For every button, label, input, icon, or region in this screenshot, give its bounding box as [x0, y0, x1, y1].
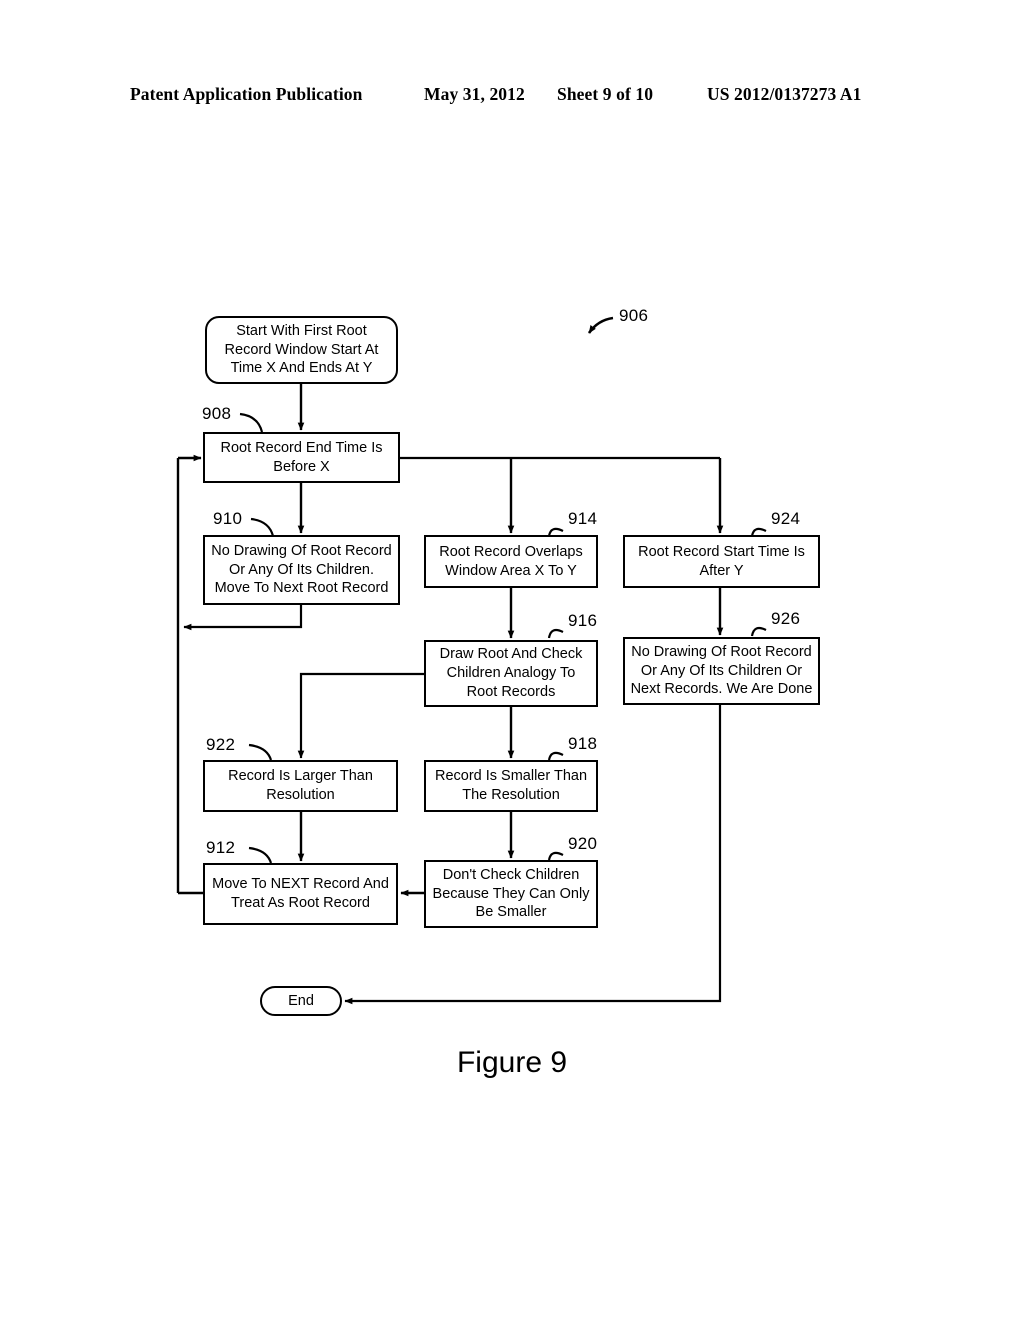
node-916-draw-root-check-children[interactable]: Draw Root And Check Children Analogy To …	[424, 640, 598, 707]
node-920-dont-check-children[interactable]: Don't Check Children Because They Can On…	[424, 860, 598, 928]
flowchart-figure: Start With First Root Record Window Star…	[0, 0, 1024, 1320]
ref-num-912: 912	[206, 838, 236, 857]
ref-num-914: 914	[568, 509, 598, 528]
figure-caption: Figure 9	[456, 1046, 568, 1079]
ref-num-924: 924	[771, 509, 801, 528]
ref-num-916: 916	[568, 611, 598, 630]
ref-num-918: 918	[568, 734, 598, 753]
node-start[interactable]: Start With First Root Record Window Star…	[205, 316, 398, 384]
leader-926	[750, 626, 767, 637]
ref-num-920: 920	[568, 834, 598, 853]
ref-num-908: 908	[202, 404, 232, 423]
node-end[interactable]: End	[260, 986, 342, 1016]
leader-910	[250, 517, 275, 537]
edge-910-to-rail	[183, 605, 303, 631]
node-908-root-record-end-time-before-x[interactable]: Root Record End Time Is Before X	[203, 432, 400, 483]
ref-num-910: 910	[213, 509, 243, 528]
ref-num-926: 926	[771, 609, 801, 628]
node-914-root-record-overlaps-window[interactable]: Root Record Overlaps Window Area X To Y	[424, 535, 598, 588]
leader-912	[248, 846, 273, 864]
node-926-no-drawing-we-are-done[interactable]: No Drawing Of Root Record Or Any Of Its …	[623, 637, 820, 705]
leader-920	[547, 851, 564, 861]
leader-916	[547, 628, 564, 639]
node-910-no-drawing-move-next[interactable]: No Drawing Of Root Record Or Any Of Its …	[203, 535, 400, 605]
edge-926-to-end	[344, 705, 722, 1005]
node-918-record-smaller-than-resolution[interactable]: Record Is Smaller Than The Resolution	[424, 760, 598, 812]
ref-num-922: 922	[206, 735, 236, 754]
edge-916-to-922	[297, 672, 424, 759]
leader-918	[547, 751, 564, 761]
node-922-record-larger-than-resolution[interactable]: Record Is Larger Than Resolution	[203, 760, 398, 812]
leader-922	[248, 743, 273, 761]
ref-num-906: 906	[619, 306, 649, 325]
node-924-root-record-start-after-y[interactable]: Root Record Start Time Is After Y	[623, 535, 820, 588]
leader-908	[239, 412, 264, 433]
node-912-move-to-next-record[interactable]: Move To NEXT Record And Treat As Root Re…	[203, 863, 398, 925]
figure-ref-pointer	[587, 316, 614, 334]
